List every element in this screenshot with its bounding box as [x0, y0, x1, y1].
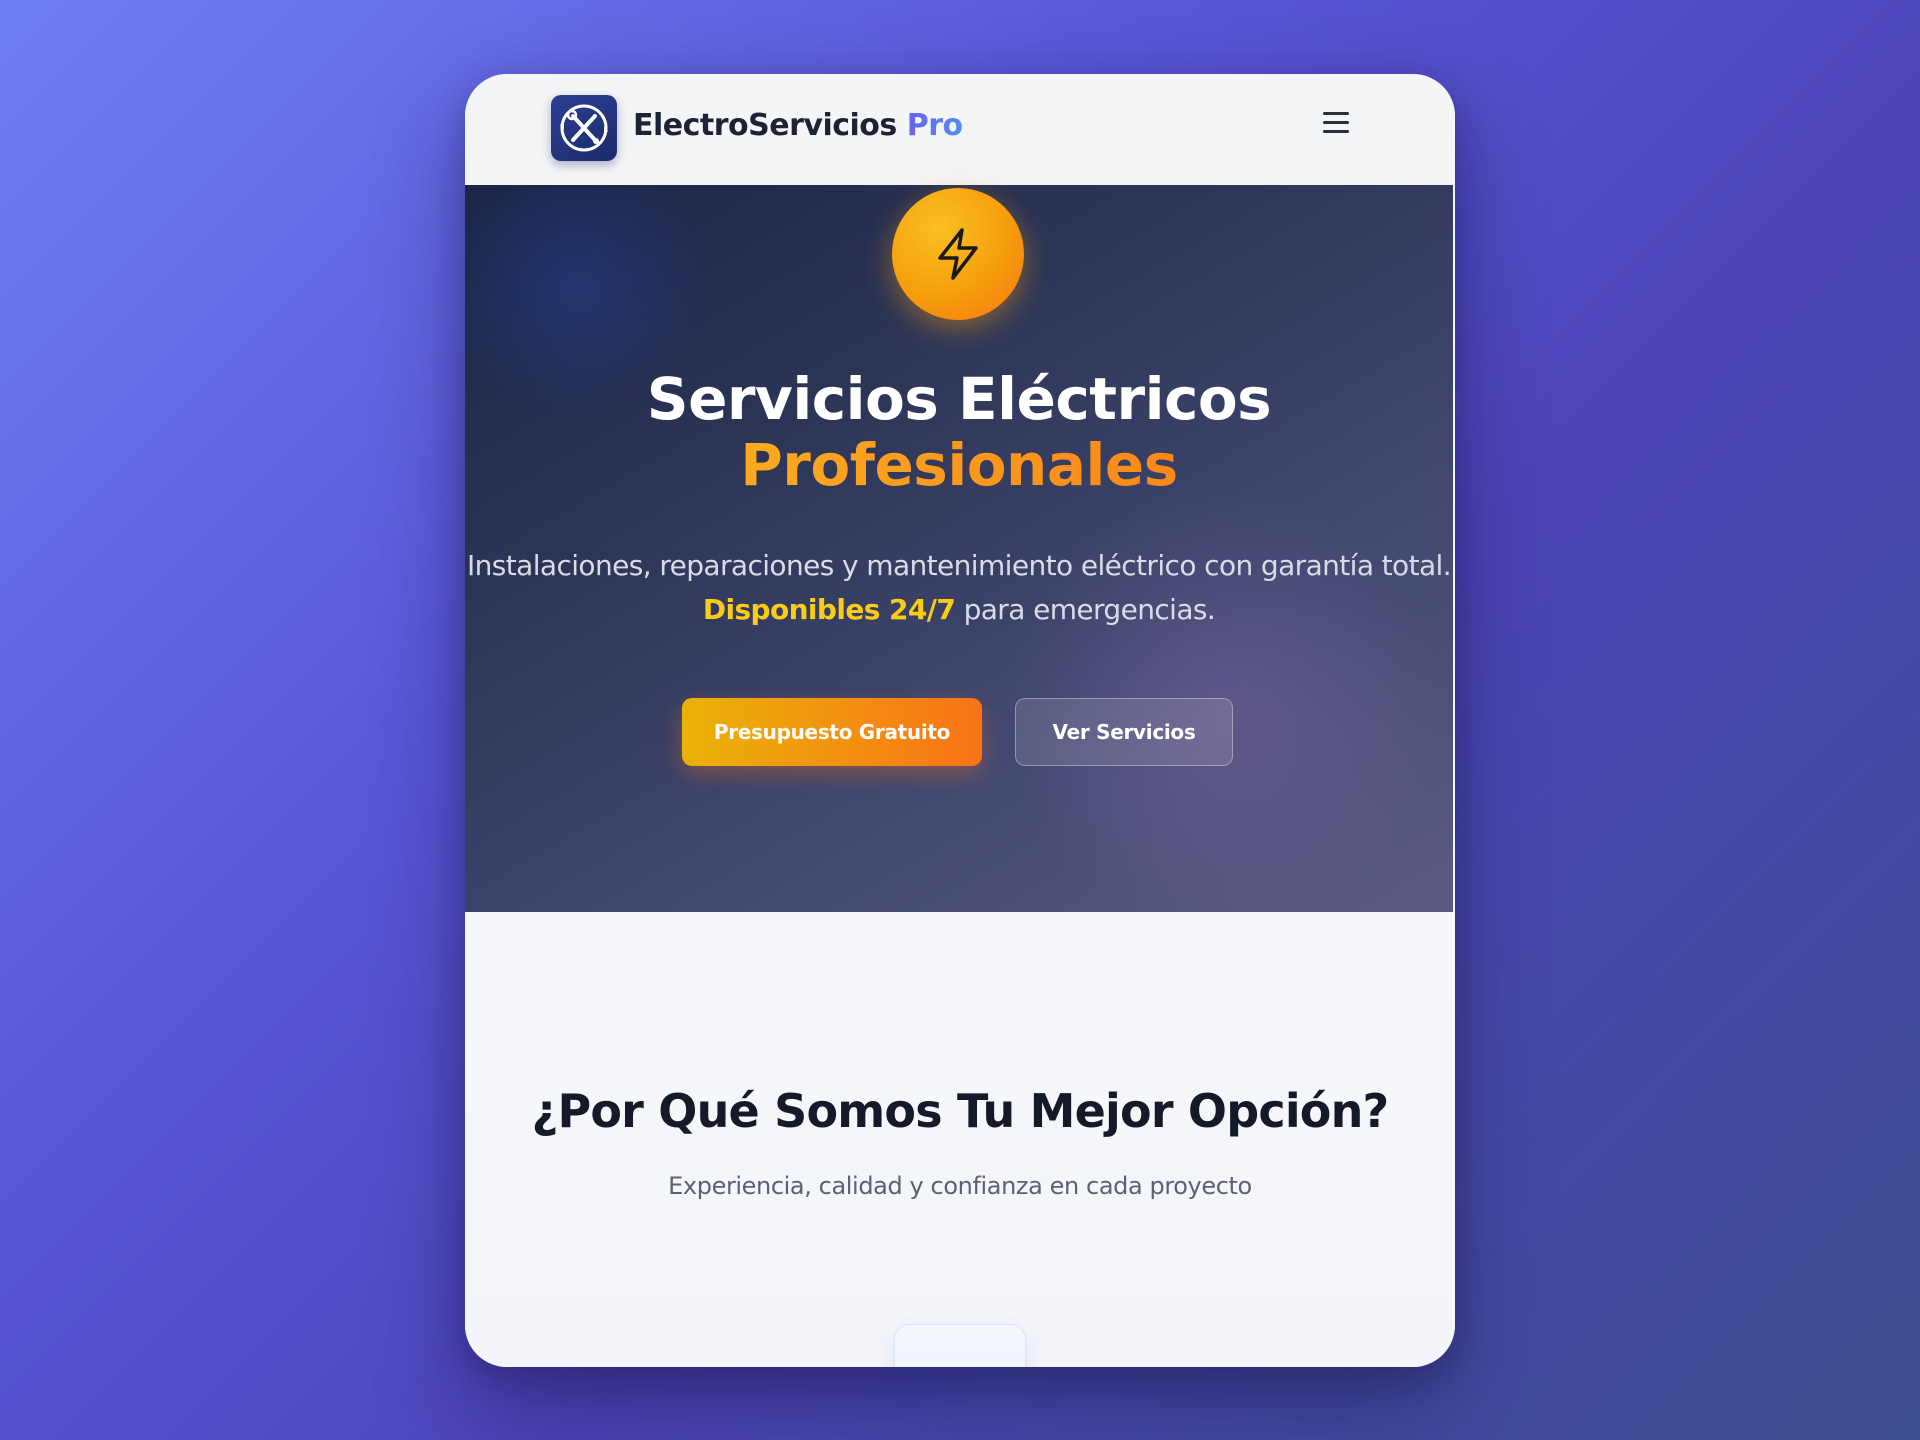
lightning-bolt-icon	[938, 228, 978, 280]
tools-icon	[560, 104, 608, 152]
feature-card: ✓	[894, 1324, 1026, 1367]
hero-desc-part1: Instalaciones, reparaciones y mantenimie…	[466, 549, 1452, 582]
hero-desc-part2: para emergencias.	[963, 593, 1216, 626]
view-services-button[interactable]: Ver Servicios	[1015, 698, 1233, 766]
brand-main: ElectroServicios	[633, 108, 897, 143]
section-subtitle: Experiencia, calidad y confianza en cada…	[668, 1172, 1252, 1200]
free-quote-button[interactable]: Presupuesto Gratuito	[682, 698, 982, 766]
hero-title-line1: Servicios Eléctricos	[646, 365, 1272, 433]
hero-title: Servicios Eléctricos Profesionales	[465, 366, 1453, 498]
brand-accent: Pro	[906, 108, 963, 143]
hamburger-menu-icon[interactable]	[1323, 112, 1349, 134]
logo[interactable]	[551, 95, 617, 161]
hero-description: Instalaciones, reparaciones y mantenimie…	[465, 544, 1453, 632]
site-header: ElectroServicios Pro	[465, 74, 1455, 186]
hero-title-line2: Profesionales	[465, 432, 1453, 498]
lightning-bolt-badge	[892, 188, 1024, 320]
checkmark-icon: ✓	[895, 1361, 1025, 1367]
brand-name[interactable]: ElectroServicios Pro	[633, 108, 963, 143]
device-frame: ElectroServicios Pro Servicios Eléctrico…	[465, 74, 1455, 1367]
hero-section: Servicios Eléctricos Profesionales Insta…	[465, 185, 1453, 912]
section-title: ¿Por Qué Somos Tu Mejor Opción?	[531, 1084, 1390, 1138]
features-section: ¿Por Qué Somos Tu Mejor Opción? Experien…	[465, 912, 1455, 1367]
hero-desc-highlight: Disponibles 24/7	[702, 593, 956, 626]
